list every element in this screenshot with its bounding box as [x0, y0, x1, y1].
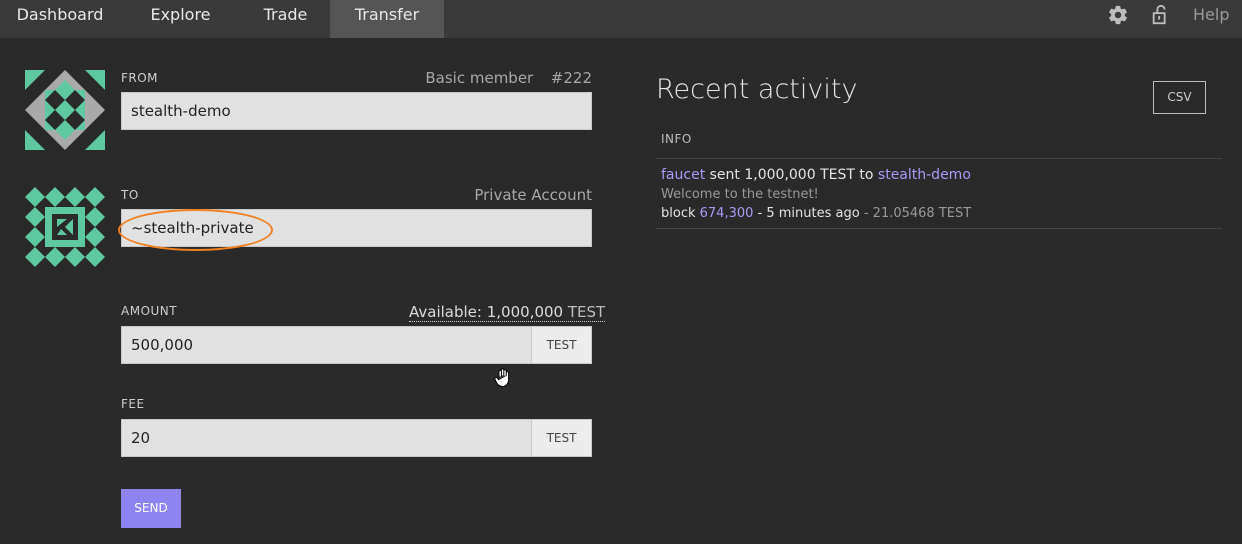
activity-divider [656, 228, 1222, 229]
info-column-header: INFO [661, 132, 692, 146]
top-nav-bar: Dashboard Explore Trade Transfer Help [0, 0, 1242, 38]
tab-explore[interactable]: Explore [120, 0, 241, 38]
to-account-field[interactable]: ~stealth-private [121, 209, 592, 247]
tab-dashboard[interactable]: Dashboard [0, 0, 120, 38]
activity-meta: block 674,300 - 5 minutes ago - 21.05468… [661, 206, 971, 221]
membership-label: Basic member [425, 69, 534, 87]
from-membership: Basic member #222 [380, 69, 592, 87]
activity-time: - 5 minutes ago [757, 206, 860, 221]
recent-activity-title: Recent activity [656, 74, 858, 105]
available-amount: 1,000,000 [486, 303, 564, 321]
activity-memo: Welcome to the testnet! [661, 187, 819, 202]
header-divider [656, 158, 1222, 159]
sender-link[interactable]: faucet [661, 167, 705, 183]
amount-label: AMOUNT [121, 304, 178, 318]
to-word: to [859, 167, 874, 183]
from-account-identicon [25, 70, 105, 150]
activity-balance: - 21.05468 TEST [863, 206, 972, 221]
fee-unit: TEST [531, 419, 592, 457]
fee-field[interactable]: 20 [121, 419, 532, 457]
gear-icon[interactable] [1107, 4, 1129, 26]
activity-summary: faucet sent 1,000,000 TEST to stealth-de… [661, 167, 971, 183]
amount-field[interactable]: 500,000 [121, 326, 532, 364]
csv-export-button[interactable]: CSV [1153, 81, 1206, 114]
recipient-link[interactable]: stealth-demo [878, 167, 971, 183]
from-account-field[interactable]: stealth-demo [121, 92, 592, 130]
send-button[interactable]: SEND [121, 489, 181, 528]
hand-cursor-icon [494, 368, 510, 387]
block-link[interactable]: 674,300 [700, 206, 754, 221]
member-id: #222 [550, 69, 592, 87]
action-text: sent [709, 167, 740, 183]
to-label: TO [121, 188, 139, 202]
fee-label: FEE [121, 397, 145, 411]
transfer-unit: TEST [820, 167, 855, 183]
available-unit: TEST [567, 303, 606, 321]
available-balance[interactable]: Available: 1,000,000 TEST [409, 303, 606, 322]
block-word: block [661, 206, 696, 221]
to-account-identicon [25, 187, 105, 267]
unlock-icon[interactable] [1150, 4, 1172, 26]
help-link[interactable]: Help [1193, 0, 1229, 30]
amount-unit: TEST [531, 326, 592, 364]
tab-transfer[interactable]: Transfer [330, 0, 444, 38]
from-label: FROM [121, 71, 159, 85]
tab-trade[interactable]: Trade [241, 0, 330, 38]
to-account-type: Private Account [474, 186, 592, 204]
transfer-amount: 1,000,000 [744, 167, 816, 183]
available-prefix: Available: [409, 303, 482, 321]
